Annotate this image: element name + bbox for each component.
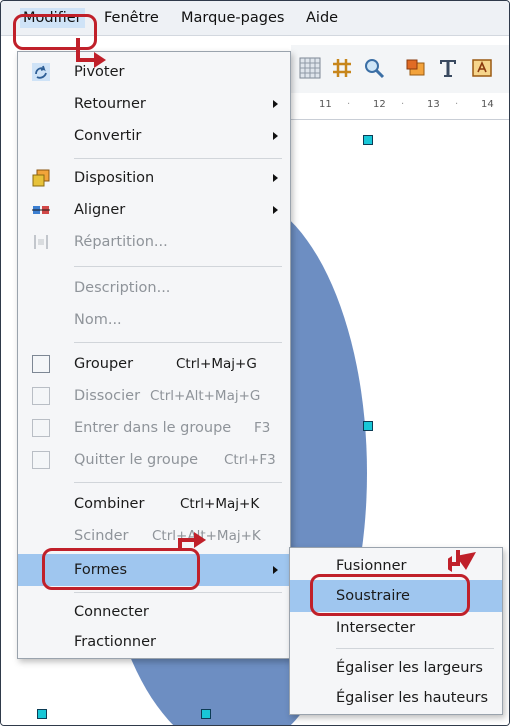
distribute-icon — [34, 235, 48, 249]
snap-grid-icon[interactable] — [331, 57, 353, 79]
menu-label: Marque-pages — [181, 10, 285, 26]
menu-item-label: Dissocier — [74, 388, 141, 404]
menu-item-connecter[interactable]: Connecter — [18, 596, 290, 628]
submenu-arrow-icon — [273, 174, 278, 182]
menu-item-shortcut: Ctrl+Alt+Maj+G — [150, 388, 261, 404]
submenu-arrow-icon — [273, 566, 278, 574]
menu-item-convertir[interactable]: Convertir — [18, 120, 290, 152]
ruler-tick: 12 — [373, 99, 386, 110]
menu-item-label: Convertir — [74, 128, 142, 144]
menu-item-label: Fractionner — [74, 634, 156, 650]
menu-separator — [336, 648, 494, 649]
exit-group-icon — [32, 451, 50, 469]
menu-item-label: Combiner — [74, 496, 145, 512]
menu-item-egaliser-hauteurs[interactable]: Égaliser les hauteurs — [290, 682, 502, 714]
menu-item-intersecter[interactable]: Intersecter — [290, 612, 502, 644]
app-window: 11 · 12 · 13 · 14 Modifier Fenêtre Marqu… — [0, 0, 510, 726]
enter-group-icon — [32, 419, 50, 437]
menu-item-shortcut: Ctrl+F3 — [224, 452, 276, 468]
menu-item-label: Disposition — [74, 170, 155, 186]
menu-item-quitter-groupe[interactable]: Quitter le groupe Ctrl+F3 — [18, 444, 290, 476]
zoom-icon[interactable] — [363, 57, 385, 79]
menu-item-label: Égaliser les largeurs — [336, 660, 483, 676]
menu-item-shortcut: Ctrl+Maj+K — [180, 496, 260, 512]
group-icon — [32, 355, 50, 373]
menu-item-label: Aligner — [74, 202, 126, 218]
menu-item-disposition[interactable]: Disposition — [18, 162, 290, 194]
textbox-icon[interactable] — [471, 57, 493, 79]
text-icon[interactable] — [437, 57, 459, 79]
selection-handle-right[interactable] — [363, 421, 373, 431]
image-icon[interactable] — [405, 57, 427, 79]
menu-item-aligner[interactable]: Aligner — [18, 194, 290, 226]
menu-item-label: Répartition... — [74, 234, 168, 250]
arrange-icon — [32, 169, 50, 187]
menu-aide[interactable]: Aide — [306, 8, 338, 28]
menu-item-nom[interactable]: Nom... — [18, 304, 290, 336]
menu-separator — [74, 482, 282, 483]
menu-item-combiner[interactable]: Combiner Ctrl+Maj+K — [18, 488, 290, 520]
menu-item-egaliser-largeurs[interactable]: Égaliser les largeurs — [290, 652, 502, 684]
drawing-toolbar — [291, 45, 509, 93]
menu-marque-pages[interactable]: Marque-pages — [181, 8, 284, 28]
menu-item-grouper[interactable]: Grouper Ctrl+Maj+G — [18, 348, 290, 380]
annotation-arrow-icon — [178, 532, 206, 550]
menu-item-label: Intersecter — [336, 620, 416, 636]
menu-item-repartition[interactable]: Répartition... — [18, 226, 290, 258]
menu-item-retourner[interactable]: Retourner — [18, 88, 290, 120]
menu-item-label: Retourner — [74, 96, 146, 112]
annotation-arrow-icon — [76, 38, 106, 68]
horizontal-ruler: 11 · 12 · 13 · 14 — [291, 95, 509, 120]
menu-item-fractionner[interactable]: Fractionner — [18, 626, 290, 658]
ruler-tick: 14 — [481, 99, 494, 110]
ruler-tick: 11 — [319, 99, 332, 110]
menu-fenetre[interactable]: Fenêtre — [104, 8, 159, 28]
menu-separator — [74, 266, 282, 267]
grid-icon[interactable] — [299, 57, 321, 79]
submenu-arrow-icon — [273, 100, 278, 108]
menu-separator — [74, 342, 282, 343]
menu-item-label: Nom... — [74, 312, 122, 328]
ruler-mark: · — [401, 99, 405, 110]
align-icon — [32, 206, 50, 214]
menu-item-dissocier[interactable]: Dissocier Ctrl+Alt+Maj+G — [18, 380, 290, 412]
annotation-soustraire-highlight — [310, 574, 470, 616]
menu-item-label: Entrer dans le groupe — [74, 420, 232, 436]
menu-item-description[interactable]: Description... — [18, 272, 290, 304]
menu-label: Aide — [306, 10, 339, 26]
annotation-arrow-icon — [448, 550, 476, 572]
menu-item-entrer-groupe[interactable]: Entrer dans le groupe F3 — [18, 412, 290, 444]
ruler-mark: · — [455, 99, 459, 110]
selection-handle-top[interactable] — [363, 135, 373, 145]
submenu-arrow-icon — [273, 132, 278, 140]
rotate-icon — [32, 63, 50, 81]
menu-label: Fenêtre — [104, 10, 159, 26]
menu-item-label: Égaliser les hauteurs — [336, 690, 489, 706]
menu-item-label: Grouper — [74, 356, 134, 372]
selection-handle-bottom-left[interactable] — [37, 709, 47, 719]
ruler-mark: · — [347, 99, 351, 110]
submenu-arrow-icon — [273, 206, 278, 214]
selection-handle-bottom-center[interactable] — [201, 709, 211, 719]
ruler-tick: 13 — [427, 99, 440, 110]
menu-item-pivoter[interactable]: Pivoter — [18, 56, 290, 88]
ungroup-icon — [32, 387, 50, 405]
menu-item-shortcut: F3 — [254, 420, 271, 436]
menu-item-label: Connecter — [74, 604, 149, 620]
menu-separator — [74, 592, 282, 593]
menu-separator — [74, 158, 282, 159]
menu-item-shortcut: Ctrl+Maj+G — [176, 356, 257, 372]
menu-item-label: Quitter le groupe — [74, 452, 199, 468]
menu-item-label: Description... — [74, 280, 171, 296]
